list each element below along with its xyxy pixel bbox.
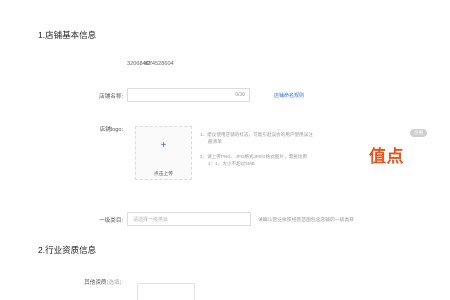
- logo-tip-1-line-2: 册清单: [208, 139, 222, 144]
- example-logo-image: 值点: [369, 147, 404, 167]
- example-badge: 示例: [410, 129, 427, 137]
- logo-tip-1-line-1: 1、建议使用店铺的标志，可能引起误会的用户使用误注: [200, 132, 313, 137]
- upload-label: 点击上传: [153, 172, 174, 177]
- logo-tip-2-line-2: 1：1，大小不超过5MB: [208, 161, 255, 166]
- naming-rules-link[interactable]: 店铺命名规则: [274, 92, 304, 99]
- category-placeholder: 请选择一级类目: [133, 217, 169, 223]
- store-id-value: 320684674528604: [127, 61, 174, 67]
- section-title-qualification: 2.行业资质信息: [38, 245, 97, 255]
- store-logo-label: 店铺logo:: [99, 127, 123, 133]
- optional-marker: (选填):: [106, 280, 123, 286]
- store-name-label: 店铺名称:: [99, 94, 123, 100]
- category-hint: 请确认营业执照经营范围包含店铺的一级类目: [258, 218, 354, 223]
- other-qualification-label: 其他资质(选填):: [43, 278, 123, 286]
- store-name-input[interactable]: 0/30: [127, 88, 250, 102]
- plus-icon: +: [160, 140, 167, 151]
- section-title-basic-info: 1.店铺基本信息: [38, 30, 97, 40]
- category-label: 一级类目:: [99, 218, 123, 224]
- other-qualification-label-text: 其他资质: [84, 280, 107, 286]
- category-select[interactable]: 请选择一级类目: [127, 212, 251, 226]
- store-name-counter: 0/30: [235, 92, 245, 98]
- logo-tip-1: 1、建议使用店铺的标志，可能引起误会的用户使用误注 册清单: [200, 131, 340, 145]
- logo-tip-2-line-1: 2、请上传PNG、JPG格式JPEG格式图片，需要比例: [200, 154, 307, 159]
- logo-example-card: 示例 值点: [351, 128, 431, 180]
- other-qualification-upload[interactable]: [137, 283, 195, 300]
- logo-upload-button[interactable]: + 点击上传: [135, 126, 192, 180]
- logo-tip-2: 2、请上传PNG、JPG格式JPEG格式图片，需要比例 1：1，大小不超过5MB: [200, 153, 340, 167]
